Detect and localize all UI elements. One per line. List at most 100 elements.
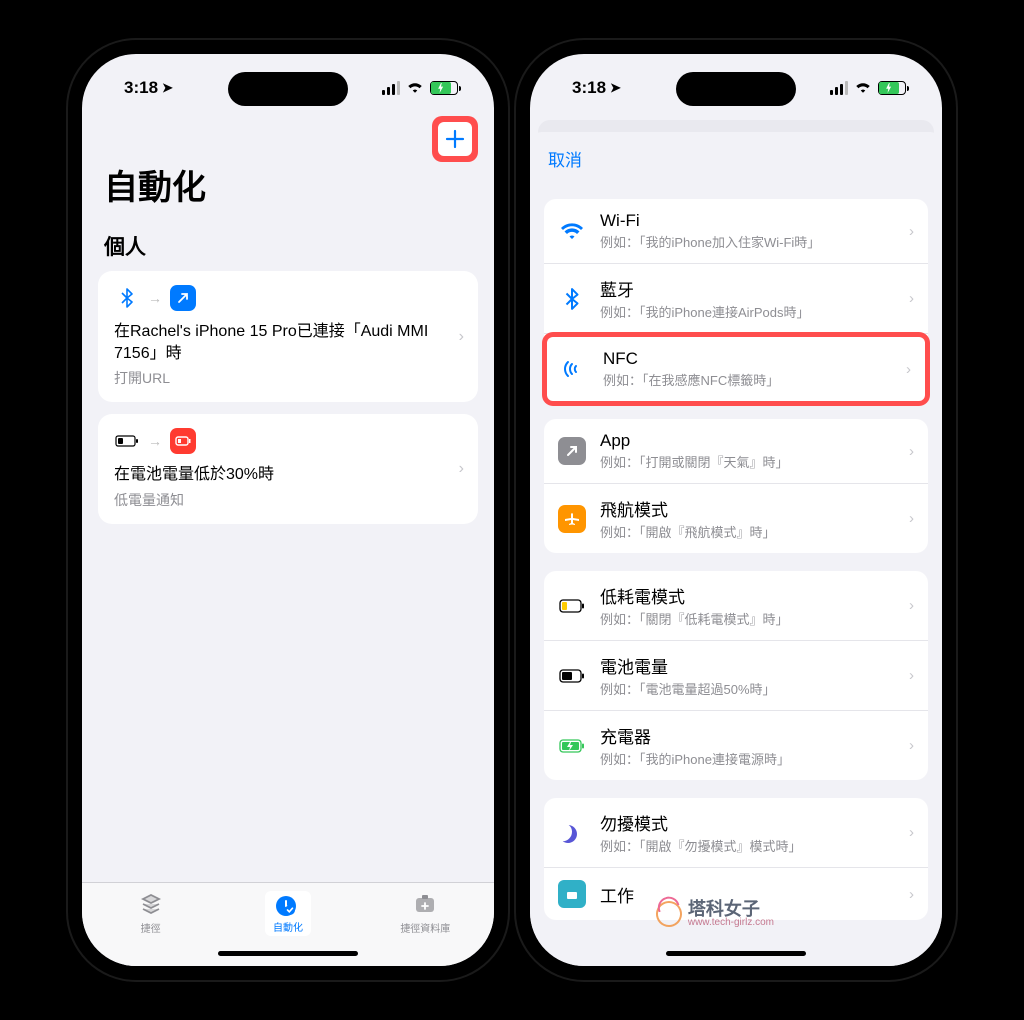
trigger-nfc[interactable]: NFC 例如：「在我感應NFC標籤時」 › [547,337,925,401]
watermark: 塔科女子 www.tech-girlz.com [656,900,774,928]
status-time: 3:18 [572,78,606,98]
cancel-button[interactable]: 取消 [548,151,582,170]
row-title: 電池電量 [600,653,895,678]
trigger-low-power[interactable]: 低耗電模式 例如：「關閉『低耗電模式』時」 › [544,571,928,641]
watermark-logo-icon [652,897,685,930]
watermark-name: 塔科女子 [688,900,774,918]
row-title: NFC [603,349,892,369]
battery-icon [878,81,906,95]
trigger-charger[interactable]: 充電器 例如：「我的iPhone連接電源時」 › [544,711,928,780]
row-sub: 例如：「電池電量超過50%時」 [600,679,895,698]
low-power-icon [558,592,586,620]
trigger-dnd[interactable]: 勿擾模式 例如：「開啟『勿擾模式』模式時」 › [544,798,928,868]
phone-right: 3:18 ➤ 取消 [516,40,956,980]
trigger-app[interactable]: App 例如：「打開或關閉『天氣』時」 › [544,419,928,484]
row-title: 充電器 [600,723,895,748]
trigger-picker-sheet: 取消 Wi-Fi 例如：「我的iPhone加入住家Wi-Fi時」 › [530,132,942,966]
location-icon: ➤ [610,80,621,96]
row-sub: 例如：「我的iPhone連接AirPods時」 [600,302,895,321]
trigger-wifi[interactable]: Wi-Fi 例如：「我的iPhone加入住家Wi-Fi時」 › [544,199,928,264]
cellular-icon [382,81,400,95]
wifi-icon [406,78,424,98]
section-personal: 個人 [82,217,494,271]
row-title: 藍牙 [600,276,895,301]
open-url-icon [170,285,196,311]
gallery-icon [412,891,438,917]
automation-card[interactable]: → 在電池電量低於30%時 低電量通知 › [98,414,478,524]
automation-card[interactable]: → 在Rachel's iPhone 15 Pro已連接「Audi MMI 71… [98,271,478,402]
row-title: 勿擾模式 [600,810,895,835]
row-title: 低耗電模式 [600,583,895,608]
automation-icon [273,893,299,919]
moon-icon [558,819,586,847]
watermark-url: www.tech-girlz.com [688,918,774,928]
wifi-icon [854,78,872,98]
tab-label: 捷徑 [141,920,161,935]
chevron-right-icon: › [906,361,911,378]
low-battery-icon [170,428,196,454]
row-title: 飛航模式 [600,496,895,521]
trigger-airplane[interactable]: 飛航模式 例如：「開啟『飛航模式』時」 › [544,484,928,553]
dynamic-island [228,72,348,106]
row-title: App [600,431,895,451]
chevron-right-icon: › [909,443,914,460]
page-title: 自動化 [104,160,472,209]
chevron-right-icon: › [909,667,914,684]
trigger-battery-level[interactable]: 電池電量 例如：「電池電量超過50%時」 › [544,641,928,711]
screen-left: 3:18 ➤ 自動化 個人 [82,54,494,966]
card-sub: 打開URL [114,368,464,388]
row-sub: 例如：「開啟『飛航模式』時」 [600,522,895,541]
chevron-right-icon: › [909,510,914,527]
card-title: 在電池電量低於30%時 [114,464,464,486]
screen-right: 3:18 ➤ 取消 [530,54,942,966]
add-button-highlight [432,116,478,162]
battery-icon [430,81,458,95]
tab-shortcuts[interactable]: 捷徑 [82,891,219,966]
card-title: 在Rachel's iPhone 15 Pro已連接「Audi MMI 7156… [114,321,464,364]
charger-icon [558,732,586,760]
chevron-right-icon: › [909,290,914,307]
tab-label: 捷徑資料庫 [400,920,450,935]
chevron-right-icon: › [909,737,914,754]
chevron-right-icon: › [909,223,914,240]
row-sub: 例如：「關閉『低耗電模式』時」 [600,609,895,628]
trigger-group-app: App 例如：「打開或關閉『天氣』時」 › 飛航模式 例如：「開啟『飛航模式』時… [544,419,928,553]
cellular-icon [830,81,848,95]
row-title: Wi-Fi [600,211,895,231]
card-sub: 低電量通知 [114,490,464,510]
nfc-icon [561,355,589,383]
phone-left: 3:18 ➤ 自動化 個人 [68,40,508,980]
app-icon [558,437,586,465]
row-sub: 例如：「在我感應NFC標籤時」 [603,370,892,389]
add-button[interactable] [438,122,472,156]
wifi-icon [558,217,586,245]
status-time: 3:18 [124,78,158,98]
chevron-right-icon: › [459,460,464,478]
row-sub: 例如：「打開或關閉『天氣』時」 [600,452,895,471]
chevron-right-icon: › [459,328,464,346]
trigger-group-connectivity: Wi-Fi 例如：「我的iPhone加入住家Wi-Fi時」 › 藍牙 例如：「我… [544,199,928,401]
bluetooth-icon [558,285,586,313]
chevron-right-icon: › [909,824,914,841]
airplane-icon [558,505,586,533]
row-sub: 例如：「開啟『勿擾模式』模式時」 [600,836,895,855]
battery-level-icon [114,428,140,454]
chevron-right-icon: › [909,886,914,903]
shortcuts-icon [138,891,164,917]
bluetooth-icon [114,285,140,311]
battery-level-icon [558,662,586,690]
home-indicator[interactable] [218,951,358,956]
row-sub: 例如：「我的iPhone加入住家Wi-Fi時」 [600,232,895,251]
work-icon [558,880,586,908]
trigger-bluetooth[interactable]: 藍牙 例如：「我的iPhone連接AirPods時」 › [544,264,928,334]
row-sub: 例如：「我的iPhone連接電源時」 [600,749,895,768]
trigger-group-power: 低耗電模式 例如：「關閉『低耗電模式』時」 › 電池電量 例如：「電池電量超過5… [544,571,928,780]
location-icon: ➤ [162,80,173,96]
dynamic-island [676,72,796,106]
chevron-right-icon: › [909,597,914,614]
tab-label: 自動化 [273,923,303,934]
arrow-icon: → [148,290,162,306]
tab-gallery[interactable]: 捷徑資料庫 [357,891,494,966]
home-indicator[interactable] [666,951,806,956]
arrow-icon: → [148,433,162,449]
